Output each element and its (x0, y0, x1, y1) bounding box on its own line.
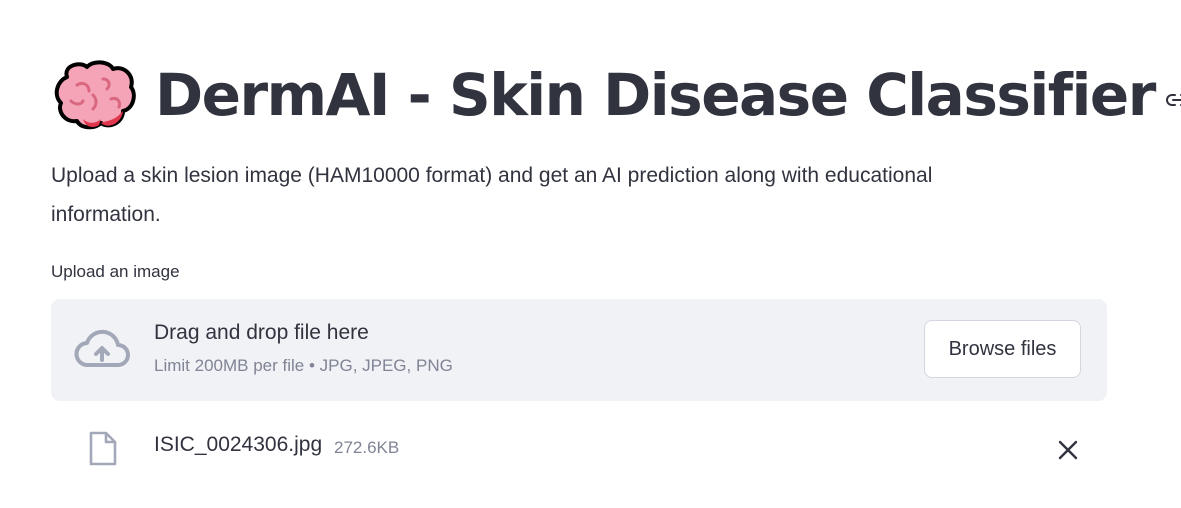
app-page: DermAI - Skin Disease Classifier Upload … (0, 0, 1181, 508)
app-description: Upload a skin lesion image (HAM10000 for… (51, 164, 933, 226)
dropzone-limit-text: Limit 200MB per file • JPG, JPEG, PNG (154, 356, 453, 375)
uploaded-file-name: ISIC_0024306.jpg (154, 433, 323, 456)
uploader-label: Upload an image (51, 262, 180, 281)
file-dropzone[interactable]: Drag and drop file here Limit 200MB per … (51, 299, 1107, 401)
file-icon (89, 431, 117, 466)
uploaded-file-item: ISIC_0024306.jpg 272.6KB (51, 425, 1107, 471)
browse-files-button[interactable]: Browse files (924, 320, 1081, 378)
brain-emoji-icon (54, 60, 136, 130)
page-title: DermAI - Skin Disease Classifier (155, 61, 1156, 129)
dropzone-text: Drag and drop file here (154, 321, 369, 344)
dropzone-instructions: Drag and drop file here Limit 200MB per … (154, 319, 453, 377)
cloud-upload-icon (74, 329, 130, 367)
link-icon[interactable] (1165, 92, 1181, 108)
uploaded-file-size: 272.6KB (334, 438, 400, 457)
page-header: DermAI - Skin Disease Classifier (53, 50, 1181, 140)
close-icon[interactable] (1053, 435, 1083, 465)
